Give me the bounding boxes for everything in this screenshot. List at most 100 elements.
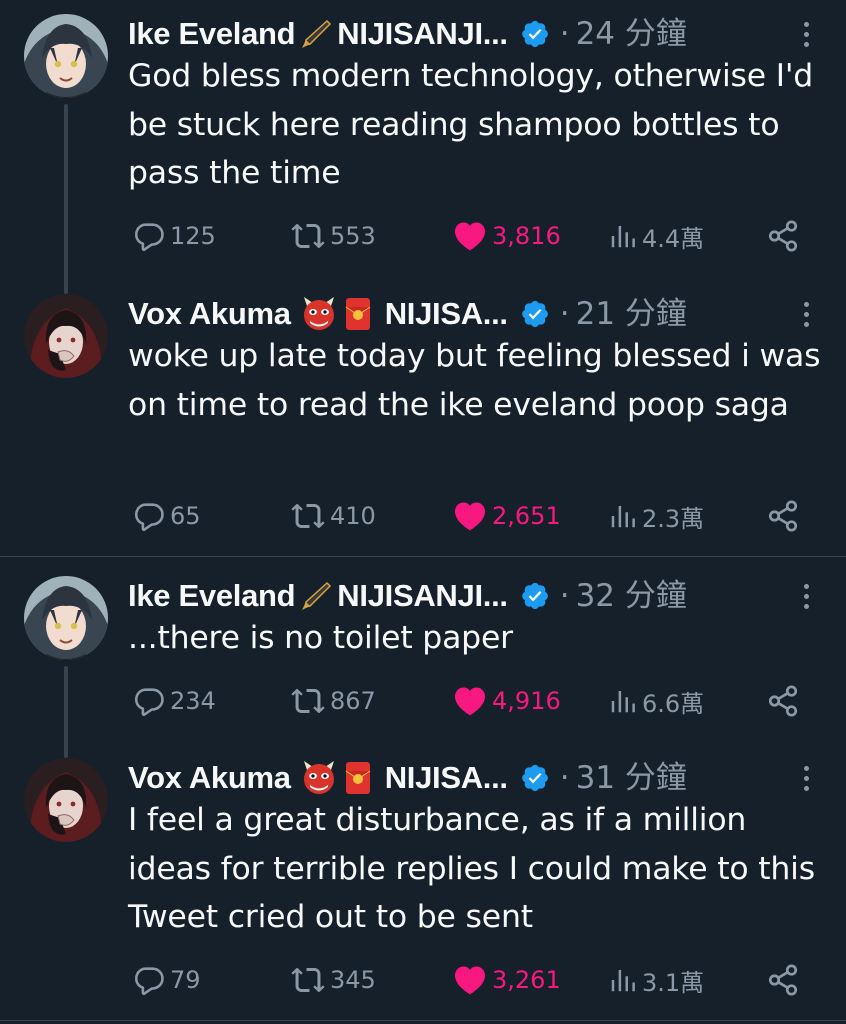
heart-icon bbox=[452, 683, 488, 719]
views-icon bbox=[608, 221, 638, 251]
share-button[interactable] bbox=[766, 679, 800, 723]
reply-button[interactable]: 79 bbox=[132, 958, 201, 1002]
timestamp[interactable]: 21 分鐘 bbox=[576, 294, 687, 334]
retweet-button[interactable]: 345 bbox=[290, 958, 376, 1002]
views-button[interactable]: 2.3萬 bbox=[608, 494, 704, 538]
tweet-text: I feel a great disturbance, as if a mill… bbox=[128, 802, 815, 935]
more-options-icon[interactable] bbox=[796, 580, 816, 612]
reply-count: 234 bbox=[170, 687, 216, 715]
views-button[interactable]: 3.1萬 bbox=[608, 958, 704, 1002]
share-button[interactable] bbox=[766, 214, 800, 258]
avatar[interactable] bbox=[24, 758, 108, 842]
retweet-icon bbox=[290, 498, 326, 534]
tweet-header: Ike Eveland NIJISANJI... · 32 分鐘 bbox=[128, 576, 816, 616]
reply-button[interactable]: 65 bbox=[132, 494, 201, 538]
tweet-header: Vox Akuma NIJISA... · 31 分鐘 bbox=[128, 758, 816, 798]
retweet-button[interactable]: 867 bbox=[290, 679, 376, 723]
tweet-actions: 234 867 4,916 6.6萬 bbox=[0, 679, 846, 723]
views-icon bbox=[608, 686, 638, 716]
views-count: 3.1萬 bbox=[642, 968, 705, 997]
retweet-icon bbox=[290, 962, 326, 998]
separator: · bbox=[559, 296, 570, 332]
views-count: 4.4萬 bbox=[642, 224, 705, 253]
like-button[interactable]: 4,916 bbox=[452, 679, 561, 723]
tweet-actions: 125 553 3,816 4.4萬 bbox=[0, 214, 846, 258]
like-button[interactable]: 3,816 bbox=[452, 214, 561, 258]
share-button[interactable] bbox=[766, 494, 800, 538]
tweet-2[interactable]: Vox Akuma NIJISA... · 21 分鐘 woke up late… bbox=[0, 294, 846, 544]
like-count: 2,651 bbox=[492, 502, 561, 530]
views-icon bbox=[608, 965, 638, 995]
reply-icon bbox=[132, 219, 166, 253]
tweet-actions: 65 410 2,651 2.3萬 bbox=[0, 494, 846, 538]
reply-icon bbox=[132, 963, 166, 997]
more-options-icon[interactable] bbox=[796, 762, 816, 794]
more-options-icon[interactable] bbox=[796, 18, 816, 50]
tweet-text: woke up late today but feeling blessed i… bbox=[128, 338, 821, 423]
retweet-button[interactable]: 410 bbox=[290, 494, 376, 538]
retweet-icon bbox=[290, 218, 326, 254]
like-count: 3,261 bbox=[492, 966, 561, 994]
tweet-3[interactable]: Ike Eveland NIJISANJI... · 32 分鐘 ...ther… bbox=[0, 576, 846, 758]
author-suffix[interactable]: NIJISA... bbox=[385, 758, 508, 798]
verified-badge-icon bbox=[520, 299, 550, 329]
verified-badge-icon bbox=[520, 19, 550, 49]
tweet-1[interactable]: Ike Eveland NIJISANJI... · 24 分鐘 God ble… bbox=[0, 14, 846, 294]
views-count: 2.3萬 bbox=[642, 504, 705, 533]
author-name[interactable]: Vox Akuma bbox=[128, 294, 291, 334]
avatar[interactable] bbox=[24, 294, 108, 378]
reply-button[interactable]: 234 bbox=[132, 679, 216, 723]
tweet-text: God bless modern technology, otherwise I… bbox=[128, 58, 814, 191]
share-button[interactable] bbox=[766, 958, 800, 1002]
retweet-count: 867 bbox=[330, 687, 376, 715]
retweet-icon bbox=[290, 683, 326, 719]
retweet-count: 410 bbox=[330, 502, 376, 530]
separator: · bbox=[559, 578, 570, 614]
tweet-4[interactable]: Vox Akuma NIJISA... · 31 分鐘 I feel a gre… bbox=[0, 758, 846, 1008]
like-button[interactable]: 3,261 bbox=[452, 958, 561, 1002]
author-name[interactable]: Ike Eveland bbox=[128, 576, 296, 616]
retweet-count: 345 bbox=[330, 966, 376, 994]
author-name[interactable]: Ike Eveland bbox=[128, 14, 296, 54]
author-suffix[interactable]: NIJISANJI... bbox=[337, 576, 508, 616]
more-options-icon[interactable] bbox=[796, 298, 816, 330]
reply-count: 79 bbox=[170, 966, 201, 994]
divider bbox=[0, 556, 846, 557]
author-name[interactable]: Vox Akuma bbox=[128, 758, 291, 798]
avatar[interactable] bbox=[24, 576, 108, 660]
separator: · bbox=[559, 760, 570, 796]
heart-icon bbox=[452, 962, 488, 998]
views-button[interactable]: 4.4萬 bbox=[608, 214, 704, 258]
reply-icon bbox=[132, 684, 166, 718]
like-count: 3,816 bbox=[492, 222, 561, 250]
separator: · bbox=[559, 16, 570, 52]
red-envelope-emoji bbox=[345, 297, 371, 331]
ogre-emoji bbox=[301, 296, 337, 332]
reply-count: 65 bbox=[170, 502, 201, 530]
retweet-count: 553 bbox=[330, 222, 376, 250]
reply-count: 125 bbox=[170, 222, 216, 250]
fountain-pen-emoji bbox=[299, 579, 333, 613]
reply-button[interactable]: 125 bbox=[132, 214, 216, 258]
timestamp[interactable]: 31 分鐘 bbox=[576, 758, 687, 798]
heart-icon bbox=[452, 498, 488, 534]
share-icon bbox=[766, 219, 800, 253]
tweet-actions: 79 345 3,261 3.1萬 bbox=[0, 958, 846, 1002]
like-count: 4,916 bbox=[492, 687, 561, 715]
share-icon bbox=[766, 499, 800, 533]
like-button[interactable]: 2,651 bbox=[452, 494, 561, 538]
author-suffix[interactable]: NIJISANJI... bbox=[337, 14, 508, 54]
share-icon bbox=[766, 963, 800, 997]
avatar[interactable] bbox=[24, 14, 108, 98]
author-suffix[interactable]: NIJISA... bbox=[385, 294, 508, 334]
ogre-emoji bbox=[301, 760, 337, 796]
timestamp[interactable]: 24 分鐘 bbox=[576, 14, 687, 54]
tweet-header: Ike Eveland NIJISANJI... · 24 分鐘 bbox=[128, 14, 816, 54]
views-icon bbox=[608, 501, 638, 531]
divider bbox=[0, 1020, 846, 1021]
heart-icon bbox=[452, 218, 488, 254]
retweet-button[interactable]: 553 bbox=[290, 214, 376, 258]
views-button[interactable]: 6.6萬 bbox=[608, 679, 704, 723]
reply-icon bbox=[132, 499, 166, 533]
timestamp[interactable]: 32 分鐘 bbox=[576, 576, 687, 616]
